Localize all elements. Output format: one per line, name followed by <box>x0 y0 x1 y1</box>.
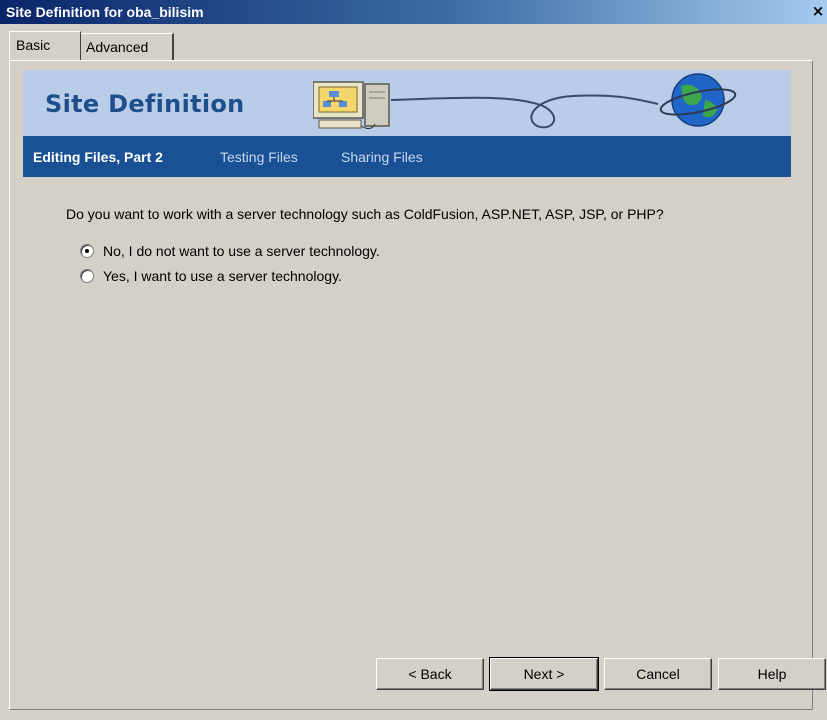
server-technology-question: Do you want to work with a server techno… <box>66 206 664 222</box>
header-banner: Site Definition <box>23 70 791 136</box>
close-button[interactable]: × <box>809 3 827 20</box>
tab-basic[interactable]: Basic <box>9 31 81 60</box>
computer-icon <box>313 81 390 130</box>
title-bar: Site Definition for oba_bilisim × <box>0 0 827 24</box>
step-sharing-files: Sharing Files <box>341 149 423 165</box>
tab-advanced[interactable]: Advanced <box>79 33 174 60</box>
step-testing-files: Testing Files <box>220 149 298 165</box>
step-editing-files-part-2: Editing Files, Part 2 <box>33 149 163 165</box>
radio-yes-label[interactable]: Yes, I want to use a server technology. <box>103 268 342 284</box>
help-button[interactable]: Help <box>718 658 826 690</box>
banner-illustration <box>313 73 737 130</box>
globe-icon <box>659 73 737 127</box>
wizard-steps: Editing Files, Part 2 Testing Files Shar… <box>23 136 791 177</box>
radio-no[interactable] <box>80 244 94 258</box>
window-title: Site Definition for oba_bilisim <box>6 4 204 20</box>
banner-title: Site Definition <box>45 90 245 118</box>
radio-yes[interactable] <box>80 269 94 283</box>
cancel-button[interactable]: Cancel <box>604 658 712 690</box>
next-button[interactable]: Next > <box>489 657 599 691</box>
back-button[interactable]: < Back <box>376 658 484 690</box>
radio-no-label[interactable]: No, I do not want to use a server techno… <box>103 243 380 259</box>
